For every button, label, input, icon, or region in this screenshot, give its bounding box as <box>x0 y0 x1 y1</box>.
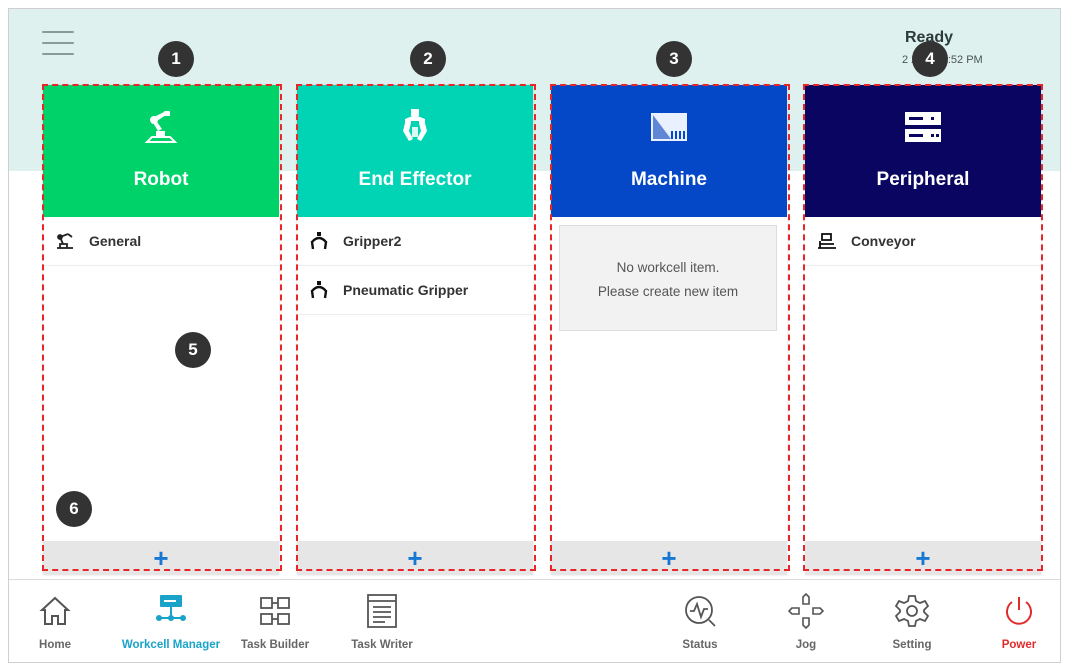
nav-setting[interactable]: Setting <box>872 589 952 661</box>
empty-state-message: No workcell item. Please create new item <box>559 225 777 331</box>
plus-icon: + <box>153 543 169 573</box>
empty-state-line-1: No workcell item. <box>616 260 720 275</box>
panel-machine-header[interactable]: Machine <box>551 85 787 217</box>
callout-badge-6: 6 <box>56 491 92 527</box>
panel-peripheral-header[interactable]: Peripheral <box>805 85 1041 217</box>
callout-badge-3: 3 <box>656 41 692 77</box>
plus-icon: + <box>407 543 423 573</box>
add-robot-button[interactable]: + <box>43 541 279 575</box>
add-end-effector-button[interactable]: + <box>297 541 533 575</box>
gripper-claw-icon <box>309 280 329 300</box>
menu-icon[interactable] <box>42 31 74 57</box>
nav-task-builder[interactable]: Task Builder <box>235 589 315 661</box>
nav-label: Status <box>682 639 718 651</box>
panel-title: End Effector <box>358 169 472 190</box>
nav-label: Setting <box>892 639 932 651</box>
panel-end-effector: End Effector Gripper2 Pneumatic Gripper … <box>297 85 533 575</box>
plus-icon: + <box>661 543 677 573</box>
list-item-label: Gripper2 <box>343 233 402 249</box>
nav-label: Power <box>1001 639 1037 651</box>
nav-status[interactable]: Status <box>660 589 740 661</box>
panel-title: Peripheral <box>876 169 970 190</box>
machine-icon <box>551 109 787 147</box>
list-item-label: General <box>89 233 142 249</box>
jog-icon <box>766 589 846 633</box>
callout-badge-2: 2 <box>410 41 446 77</box>
gripper-icon <box>297 109 533 147</box>
nav-label: Home <box>39 639 71 651</box>
add-peripheral-button[interactable]: + <box>805 541 1041 575</box>
home-icon <box>15 589 95 633</box>
list-item-label: Pneumatic Gripper <box>343 282 469 298</box>
workcell-panels: Robot General + End Effector Gripper2 Pn… <box>43 85 1043 575</box>
nav-label: Workcell Manager <box>121 639 221 651</box>
nav-task-writer[interactable]: Task Writer <box>342 589 422 661</box>
panel-peripheral-list: Conveyor <box>805 217 1041 533</box>
panel-robot-header[interactable]: Robot <box>43 85 279 217</box>
status-icon <box>660 589 740 633</box>
nav-power[interactable]: Power <box>979 589 1059 661</box>
plus-icon: + <box>915 543 931 573</box>
panel-end-effector-header[interactable]: End Effector <box>297 85 533 217</box>
task-writer-icon <box>342 589 422 633</box>
gripper-claw-icon <box>309 231 329 251</box>
panel-peripheral: Peripheral Conveyor + <box>805 85 1041 575</box>
list-item-label: Conveyor <box>851 233 916 249</box>
nav-workcell-manager[interactable]: Workcell Manager <box>119 589 223 661</box>
conveyor-icon <box>817 231 837 251</box>
add-machine-button[interactable]: + <box>551 541 787 575</box>
gear-icon <box>872 589 952 633</box>
list-item-gripper2[interactable]: Gripper2 <box>297 217 533 266</box>
list-item-general[interactable]: General <box>43 217 279 266</box>
callout-badge-4: 4 <box>912 41 948 77</box>
server-rack-icon <box>805 109 1041 147</box>
robot-small-icon <box>55 231 75 251</box>
empty-state-line-2: Please create new item <box>597 284 739 299</box>
panel-machine: Machine No workcell item. Please create … <box>551 85 787 575</box>
panel-title: Machine <box>630 169 708 190</box>
task-builder-icon <box>235 589 315 633</box>
panel-machine-list: No workcell item. Please create new item <box>551 217 787 533</box>
panel-title: Robot <box>133 169 189 190</box>
panel-robot-list: General <box>43 217 279 533</box>
callout-badge-5: 5 <box>175 332 211 368</box>
callout-badge-1: 1 <box>158 41 194 77</box>
nav-label: Task Builder <box>240 639 310 651</box>
list-item-pneumatic-gripper[interactable]: Pneumatic Gripper <box>297 266 533 315</box>
nav-home[interactable]: Home <box>15 589 95 661</box>
power-icon <box>979 589 1059 633</box>
app-window: Ready 2 26 2:31:52 PM Robot <box>8 8 1061 663</box>
panel-end-effector-list: Gripper2 Pneumatic Gripper <box>297 217 533 533</box>
robot-arm-icon <box>43 109 279 147</box>
nav-label: Jog <box>795 639 817 651</box>
list-item-conveyor[interactable]: Conveyor <box>805 217 1041 266</box>
workcell-icon <box>119 589 223 633</box>
nav-jog[interactable]: Jog <box>766 589 846 661</box>
nav-label: Task Writer <box>351 639 413 651</box>
